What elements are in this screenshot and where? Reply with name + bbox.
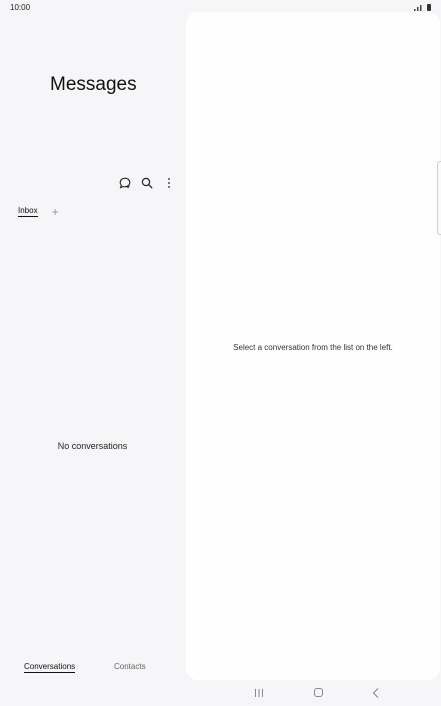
search-icon[interactable] (140, 176, 154, 190)
nav-conversations[interactable]: Conversations (24, 662, 76, 673)
conversation-detail-pane: Select a conversation from the list on t… (186, 12, 440, 680)
bottom-navigation: Conversations Contacts (0, 662, 185, 682)
recents-icon[interactable] (254, 688, 264, 698)
detail-placeholder-text: Select a conversation from the list on t… (233, 343, 393, 352)
pane-resize-handle[interactable] (437, 161, 441, 235)
conversation-list-pane: Messages Inbox + No conversations (0, 16, 185, 680)
page-title: Messages (50, 74, 137, 95)
add-tab-icon[interactable]: + (52, 206, 59, 218)
folder-tabs: Inbox + (18, 206, 59, 218)
back-icon[interactable] (371, 687, 381, 699)
more-options-icon[interactable] (162, 176, 176, 190)
battery-icon (427, 4, 431, 11)
new-conversation-icon[interactable] (118, 176, 132, 190)
status-icons (414, 3, 431, 11)
system-navigation-bar (186, 684, 440, 704)
status-time: 10:00 (10, 3, 31, 12)
nav-contacts[interactable]: Contacts (114, 662, 146, 671)
empty-state-text: No conversations (57, 441, 128, 451)
signal-icon (414, 5, 422, 11)
tab-inbox[interactable]: Inbox (18, 206, 38, 217)
list-actions (118, 176, 176, 190)
home-icon[interactable] (314, 688, 323, 697)
